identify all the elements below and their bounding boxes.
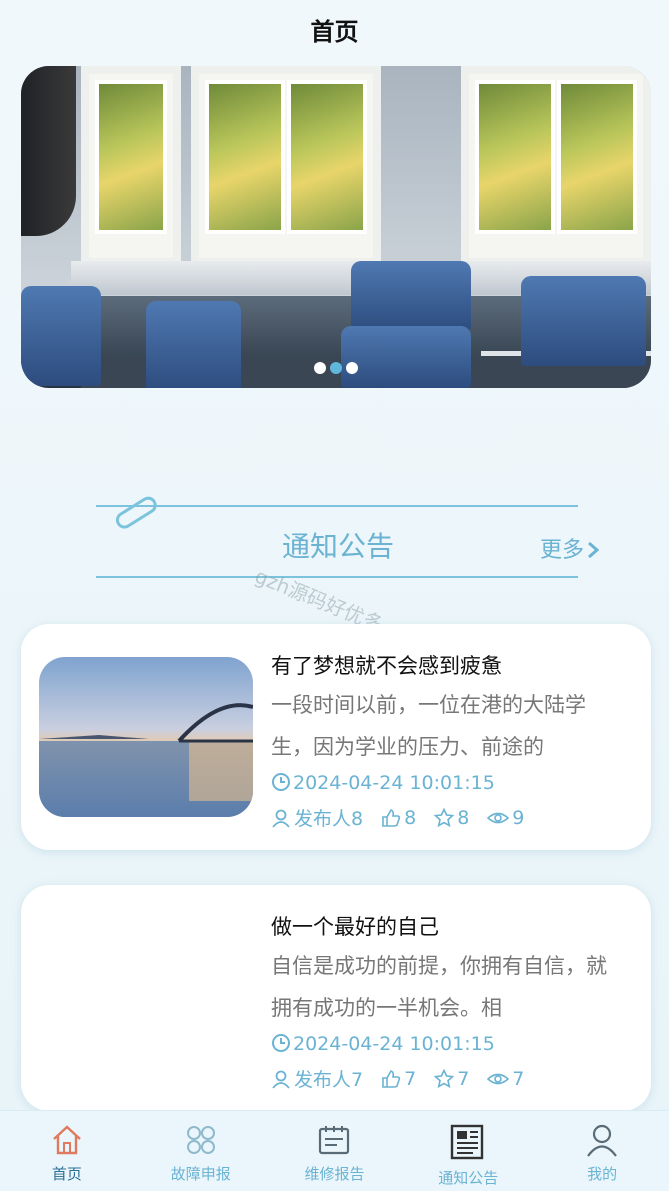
chevron-right-icon <box>588 541 600 559</box>
tab-label: 我的 <box>587 1165 618 1183</box>
section-divider-top <box>96 505 578 507</box>
thumbs-up-icon <box>382 808 401 827</box>
star-icon <box>434 1068 455 1088</box>
notice-title: 有了梦想就不会感到疲惫 <box>271 654 502 678</box>
like-count: 7 <box>404 1067 417 1090</box>
tab-label: 维修报告 <box>304 1165 365 1183</box>
like-button[interactable]: 7 <box>381 1068 416 1090</box>
notice-meta: 发布人8 8 8 9 <box>271 804 542 831</box>
star-icon <box>434 807 455 827</box>
tab-repair-report[interactable]: 维修报告 <box>268 1111 402 1191</box>
view-count: 7 <box>512 1067 525 1090</box>
page-title: 首页 <box>310 18 359 46</box>
bottom-tab-bar: 首页 故障申报 维修报告 通知公告 我的 <box>0 1110 669 1191</box>
notice-time: 2024-04-24 10:01:15 <box>271 1033 495 1055</box>
carousel-indicators <box>21 359 651 378</box>
carousel-dot[interactable] <box>314 362 326 374</box>
like-count: 8 <box>404 806 417 829</box>
notice-thumbnail <box>39 657 253 817</box>
notice-card[interactable]: 做一个最好的自己 自信是成功的前提，你拥有自信，就拥有成功的一半机会。相 202… <box>21 885 651 1111</box>
tab-mine[interactable]: 我的 <box>535 1111 669 1191</box>
tab-notices[interactable]: 通知公告 <box>401 1111 535 1191</box>
newspaper-icon <box>451 1124 484 1160</box>
notice-time-text: 2024-04-24 10:01:15 <box>293 1033 495 1055</box>
tab-label: 通知公告 <box>438 1169 499 1187</box>
more-label: 更多 <box>540 538 585 563</box>
notice-time: 2024-04-24 10:01:15 <box>271 772 495 794</box>
home-icon <box>53 1125 81 1155</box>
user-icon <box>272 1070 290 1089</box>
eye-icon <box>487 1073 510 1084</box>
thumbs-up-icon <box>382 1069 401 1088</box>
notice-card[interactable]: 有了梦想就不会感到疲惫 一段时间以前，一位在港的大陆学生，因为学业的压力、前途的… <box>21 624 651 850</box>
clock-icon <box>272 1034 290 1052</box>
notice-title: 做一个最好的自己 <box>271 915 439 939</box>
notice-summary: 一段时间以前，一位在港的大陆学生，因为学业的压力、前途的 <box>271 693 586 759</box>
eye-icon <box>487 812 510 823</box>
banner-carousel[interactable] <box>21 66 651 388</box>
calendar-icon <box>319 1126 350 1155</box>
user-icon <box>272 809 290 828</box>
tab-label: 故障申报 <box>170 1165 231 1183</box>
tab-home[interactable]: 首页 <box>0 1111 134 1191</box>
grid-icon <box>186 1126 215 1154</box>
carousel-dot[interactable] <box>346 362 358 374</box>
notice-meta: 发布人7 7 7 7 <box>271 1065 542 1092</box>
clock-icon <box>272 773 290 791</box>
tab-label: 首页 <box>51 1165 82 1183</box>
like-button[interactable]: 8 <box>381 807 416 829</box>
section-divider-bottom <box>96 576 578 578</box>
view-count: 9 <box>512 806 525 829</box>
section-title: 通知公告 <box>281 530 394 563</box>
paperclip-icon <box>115 496 157 529</box>
favorite-count: 7 <box>457 1067 470 1090</box>
notice-author: 发布人8 <box>294 808 364 830</box>
tab-fault-report[interactable]: 故障申报 <box>134 1111 268 1191</box>
favorite-button[interactable]: 8 <box>434 807 469 829</box>
user-icon <box>587 1124 617 1157</box>
favorite-count: 8 <box>457 806 470 829</box>
favorite-button[interactable]: 7 <box>434 1068 469 1090</box>
more-link[interactable]: 更多 <box>540 532 600 564</box>
notice-author: 发布人7 <box>294 1069 364 1091</box>
notice-time-text: 2024-04-24 10:01:15 <box>293 772 495 794</box>
notice-summary: 自信是成功的前提，你拥有自信，就拥有成功的一半机会。相 <box>271 954 607 1020</box>
carousel-dot-active[interactable] <box>330 362 342 374</box>
